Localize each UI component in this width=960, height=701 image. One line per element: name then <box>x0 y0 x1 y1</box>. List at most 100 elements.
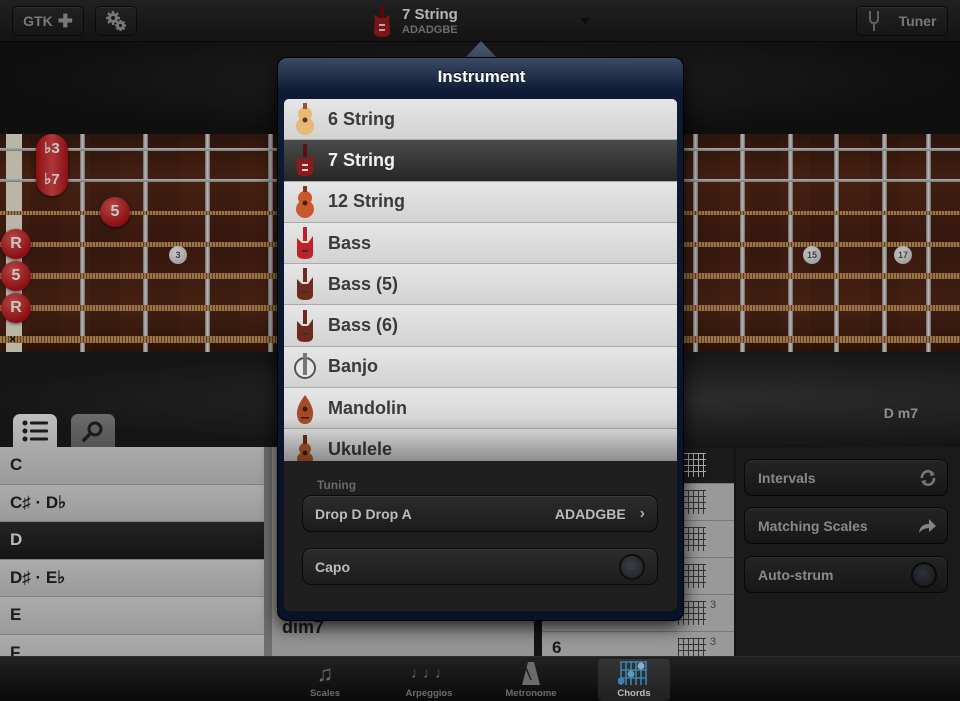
root-note-item[interactable]: E <box>0 597 264 635</box>
electric-guitar-icon <box>374 5 390 37</box>
instrument-item[interactable]: Banjo <box>284 346 677 389</box>
instrument-label: 7 String <box>328 149 396 170</box>
banjo-icon <box>294 350 316 384</box>
root-note-item[interactable]: C♯ · D♭ <box>0 484 264 522</box>
tab-arpeggios[interactable]: ♩♩♩ Arpeggios <box>393 659 465 701</box>
popover-arrow <box>466 41 496 57</box>
root-note-item[interactable]: F <box>0 634 264 656</box>
auto-strum-toggle[interactable]: Auto-strum <box>744 556 948 593</box>
list-icon <box>22 420 48 442</box>
fret-marker: 17 <box>894 246 912 264</box>
instrument-label: Bass <box>328 232 372 253</box>
bass-guitar-icon <box>294 226 316 260</box>
note-label: ♭3 <box>44 140 60 157</box>
tab-chords[interactable]: Chords <box>598 659 670 701</box>
tab-label: Arpeggios <box>405 688 453 699</box>
chord-grid-icon <box>618 661 647 685</box>
ukulele-icon <box>294 433 316 461</box>
top-bar: GTK ✚ 7 String ADADGBE Tuner <box>0 0 960 42</box>
bass-guitar-icon <box>294 309 316 343</box>
voicing-number: 6 <box>552 638 562 656</box>
tab-label: Metronome <box>505 688 557 699</box>
note-label: ♭7 <box>44 171 60 188</box>
matching-scales-button[interactable]: Matching Scales <box>744 507 948 544</box>
chord-options-panel: Intervals Matching Scales Auto-strum <box>736 447 960 656</box>
intervals-button[interactable]: Intervals <box>744 459 948 496</box>
search-icon <box>82 421 103 442</box>
tab-label: Scales <box>309 688 341 699</box>
fret-marker: 15 <box>803 246 821 264</box>
tuning-fork-icon <box>868 11 879 31</box>
tab-metronome[interactable]: Metronome <box>495 659 567 701</box>
music-note-icon: ♫ <box>316 661 334 686</box>
instrument-list[interactable]: 6 String 7 String 12 String Bass Bass (5) Bas… <box>284 99 677 461</box>
instrument-item[interactable]: Mandolin <box>284 388 677 430</box>
root-note-list[interactable]: C C♯ · D♭ D D♯ · E♭ E F <box>0 447 264 656</box>
gtk-label: GTK <box>23 13 53 29</box>
tab-scales[interactable]: ♫ Scales <box>289 659 361 701</box>
tuning-value: ADADGBE <box>554 505 626 522</box>
chevron-right-icon: › <box>639 504 645 522</box>
instrument-item[interactable]: Ukulele <box>284 429 677 461</box>
settings-button[interactable] <box>95 6 137 36</box>
arpeggio-notes-icon: ♩♩♩ <box>411 665 450 682</box>
popover-title: Instrument <box>437 67 526 86</box>
instrument-popover: Instrument 6 String 7 String 12 String Bass… <box>277 57 684 621</box>
instrument-item[interactable]: Bass <box>284 222 677 265</box>
root-note-item[interactable]: D <box>0 522 264 560</box>
electric-guitar-icon <box>294 143 316 177</box>
instrument-item[interactable]: Bass (6) <box>284 305 677 347</box>
capo-toggle[interactable]: Capo <box>302 548 658 585</box>
root-note-item[interactable]: D♯ · E♭ <box>0 559 264 597</box>
bass-guitar-icon <box>294 267 316 301</box>
tab-list[interactable] <box>13 414 57 448</box>
fret-marker: 3 <box>169 246 187 264</box>
intervals-label: Intervals <box>758 469 816 486</box>
tab-search[interactable] <box>71 414 115 448</box>
instrument-label: 12 String <box>328 191 406 212</box>
scrollbar[interactable] <box>264 447 272 656</box>
instrument-label: Mandolin <box>328 397 407 418</box>
plus-icon: ✚ <box>57 11 73 31</box>
tuning-selector[interactable]: Drop D Drop A ADADGBE › <box>302 495 658 532</box>
note-marker-pill[interactable]: ♭3 ♭7 <box>36 134 68 196</box>
gears-icon <box>106 11 126 31</box>
matching-scales-label: Matching Scales <box>758 517 868 534</box>
chord-diagram <box>678 638 706 656</box>
instrument-item[interactable]: 12 String <box>284 181 677 223</box>
toggle-knob[interactable] <box>619 553 645 580</box>
tuning-name: Drop D Drop A <box>315 505 412 522</box>
voicing-row[interactable]: 6 3 <box>542 632 734 656</box>
auto-strum-label: Auto-strum <box>758 566 834 583</box>
refresh-icon <box>920 469 936 486</box>
capo-label: Capo <box>315 558 350 575</box>
metronome-icon <box>522 662 540 685</box>
note-marker[interactable]: R <box>1 293 31 323</box>
note-marker[interactable]: R <box>1 229 31 259</box>
instrument-item[interactable]: 6 String <box>284 99 677 141</box>
tuner-button[interactable]: Tuner <box>856 6 948 36</box>
root-note-item[interactable]: C <box>0 447 264 485</box>
instrument-title: 7 String <box>402 5 458 23</box>
note-marker[interactable]: 5 <box>1 261 31 291</box>
fret-number: 3 <box>710 599 717 611</box>
toggle-knob[interactable] <box>911 561 937 588</box>
instrument-settings: Tuning Drop D Drop A ADADGBE › Capo <box>284 461 677 611</box>
instrument-label: Bass (6) <box>328 315 399 336</box>
instrument-selector[interactable]: 7 String ADADGBE <box>370 3 458 39</box>
instrument-label: 6 String <box>328 108 396 129</box>
fret-number: 3 <box>710 636 717 648</box>
note-marker[interactable]: 5 <box>100 197 130 227</box>
instrument-label: Banjo <box>328 356 379 377</box>
gtk-button[interactable]: GTK ✚ <box>12 6 84 36</box>
chevron-down-icon[interactable] <box>580 18 590 24</box>
instrument-label: Bass (5) <box>328 273 399 294</box>
tab-label: Chords <box>617 688 651 699</box>
tuning-subtitle: ADADGBE <box>402 23 458 36</box>
instrument-item[interactable]: Bass (5) <box>284 264 677 306</box>
tuning-section-label: Tuning <box>317 478 357 492</box>
bottom-tab-bar: ♫ Scales ♩♩♩ Arpeggios Metronome Chords <box>0 656 960 701</box>
tuner-label: Tuner <box>898 13 937 29</box>
instrument-item[interactable]: 7 String <box>284 140 677 182</box>
mandolin-icon <box>294 391 316 425</box>
